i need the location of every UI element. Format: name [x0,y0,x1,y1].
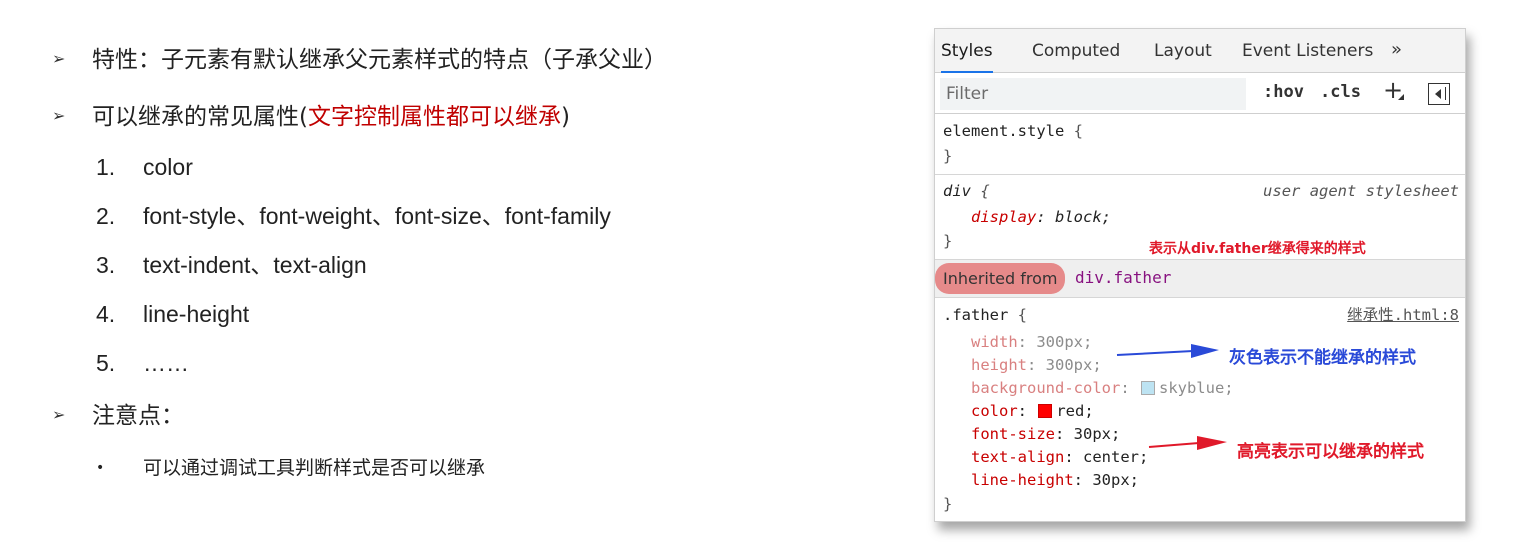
styles-toolbar: :hov .cls + [935,74,1465,114]
property-name: background-color [971,379,1121,397]
numbered-item: 2. font-style、font-weight、font-size、font-… [96,201,611,231]
tab-event-listeners[interactable]: Event Listeners [1242,29,1373,73]
inherited-from-bar: Inherited from div.father [935,260,1465,298]
item-text: color [143,154,193,180]
bullet-text: 注意点： [92,403,184,429]
hov-toggle-button[interactable]: :hov [1263,82,1304,102]
declaration-background-color[interactable]: background-color: skyblue; [971,377,1234,399]
bullet-feature: ➢ 特性：子元素有默认继承父元素样式的特点（子承父业） [52,45,667,76]
tab-layout[interactable]: Layout [1154,29,1212,73]
close-brace: } [943,147,953,165]
numbered-item: 3. text-indent、text-align [96,250,367,280]
rule-source-link[interactable]: 继承性.html:8 [1347,304,1459,326]
rule-selector-line: element.style { [943,120,1083,142]
color-swatch[interactable] [1140,381,1155,395]
rule-selector-line: div { [943,180,990,202]
div-user-agent-rule: div { user agent stylesheet display: blo… [935,176,1465,260]
devtools-styles-panel: Styles Computed Layout Event Listeners »… [934,28,1466,522]
arrow-bullet-icon: ➢ [52,105,66,125]
item-text: font-style、font-weight、font-size、font-fa… [143,203,611,229]
numbered-item: 1. color [96,152,193,182]
property-name: height [971,356,1027,374]
bullet-inheritable-properties: ➢ 可以继承的常见属性(文字控制属性都可以继承) [52,102,570,133]
slide-content: ➢ 特性：子元素有默认继承父元素样式的特点（子承父业） ➢ 可以继承的常见属性(文字… [0,0,900,556]
item-number: 2. [96,203,116,229]
more-tabs-icon[interactable]: » [1391,29,1402,73]
bullet-text: 特性：子元素有默认继承父元素样式的特点（子承父业） [92,47,667,73]
property-value: skyblue; [1158,379,1234,397]
annotation-highlight-note: 高亮表示可以继承的样式 [1237,442,1424,462]
declaration-text-align[interactable]: text-align: center; [971,446,1148,468]
property-name: width [971,333,1018,351]
declaration-display: display: block; [971,208,1111,226]
element-style-rule: element.style { } [935,115,1465,175]
rule-selector[interactable]: .father [943,306,1008,324]
item-number: 3. [96,252,116,278]
declaration-color[interactable]: color: red; [971,400,1094,422]
item-text: line-height [143,301,250,327]
sub-bullet-text: 可以通过调试工具判断样式是否可以继承 [143,457,486,479]
arrow-bullet-icon: ➢ [52,404,66,424]
open-brace: { [1017,306,1028,324]
declaration-font-size[interactable]: font-size: 30px; [971,423,1120,445]
property-value: 30px; [1073,425,1121,443]
bullet-text-prefix: 可以继承的常见属性( [92,104,308,130]
property-value: 300px; [1036,333,1093,351]
inherited-from-link[interactable]: div.father [1075,268,1171,287]
property-value: center; [1083,448,1149,466]
annotation-gray-note: 灰色表示不能继承的样式 [1229,348,1416,368]
property-name: display [971,208,1037,226]
item-text: …… [143,350,189,376]
devtools-tabbar: Styles Computed Layout Event Listeners » [935,29,1465,73]
bullet-text-suffix: ) [560,104,570,130]
blue-arrow-icon [1116,344,1219,358]
corner-menu-icon [1398,94,1404,100]
property-name: font-size [971,425,1055,443]
rule-selector[interactable]: element.style [943,122,1064,140]
property-value: red; [1056,402,1094,420]
toggle-sidebar-icon[interactable] [1428,83,1450,105]
tab-computed[interactable]: Computed [1032,29,1120,73]
rule-source: user agent stylesheet [1263,182,1459,200]
bullet-notes: ➢ 注意点： [52,401,184,432]
father-rule: .father { 继承性.html:8 width: 300px; heigh… [935,299,1465,521]
property-value: block; [1055,208,1111,226]
filter-input[interactable] [940,78,1246,110]
arrow-bullet-icon: ➢ [52,48,66,68]
annotation-inherited-note: 表示从div.father继承得来的样式 [1149,241,1366,257]
new-style-rule-button[interactable]: + [1383,76,1404,104]
cls-toggle-button[interactable]: .cls [1320,82,1361,102]
open-brace: { [1073,122,1084,140]
numbered-item: 5. …… [96,348,189,378]
close-brace: } [943,232,953,250]
declaration-width[interactable]: width: 300px; [971,331,1092,353]
item-number: 4. [96,301,116,327]
bullet-text-highlight: 文字控制属性都可以继承 [307,104,561,130]
inherited-from-label: Inherited from [935,263,1066,294]
item-number: 1. [96,154,116,180]
property-name: color [971,402,1018,420]
rule-selector: div [943,182,971,200]
item-text: text-indent、text-align [143,252,367,278]
color-swatch[interactable] [1038,404,1053,418]
close-brace: } [943,495,953,513]
declaration-line-height[interactable]: line-height: 30px; [971,469,1139,491]
tab-styles[interactable]: Styles [941,29,993,73]
dot-bullet-icon: • [96,460,105,476]
item-number: 5. [96,350,116,376]
rule-selector-line: .father { [943,304,1027,326]
sub-bullet: • 可以通过调试工具判断样式是否可以继承 [96,454,485,484]
property-value: 30px; [1092,471,1139,489]
property-name: line-height [971,471,1074,489]
open-brace: { [980,182,990,200]
declaration-height[interactable]: height: 300px; [971,354,1102,376]
property-name: text-align [971,448,1065,466]
numbered-item: 4. line-height [96,299,249,329]
property-value: 300px; [1045,356,1102,374]
red-arrow-icon [1148,436,1227,450]
